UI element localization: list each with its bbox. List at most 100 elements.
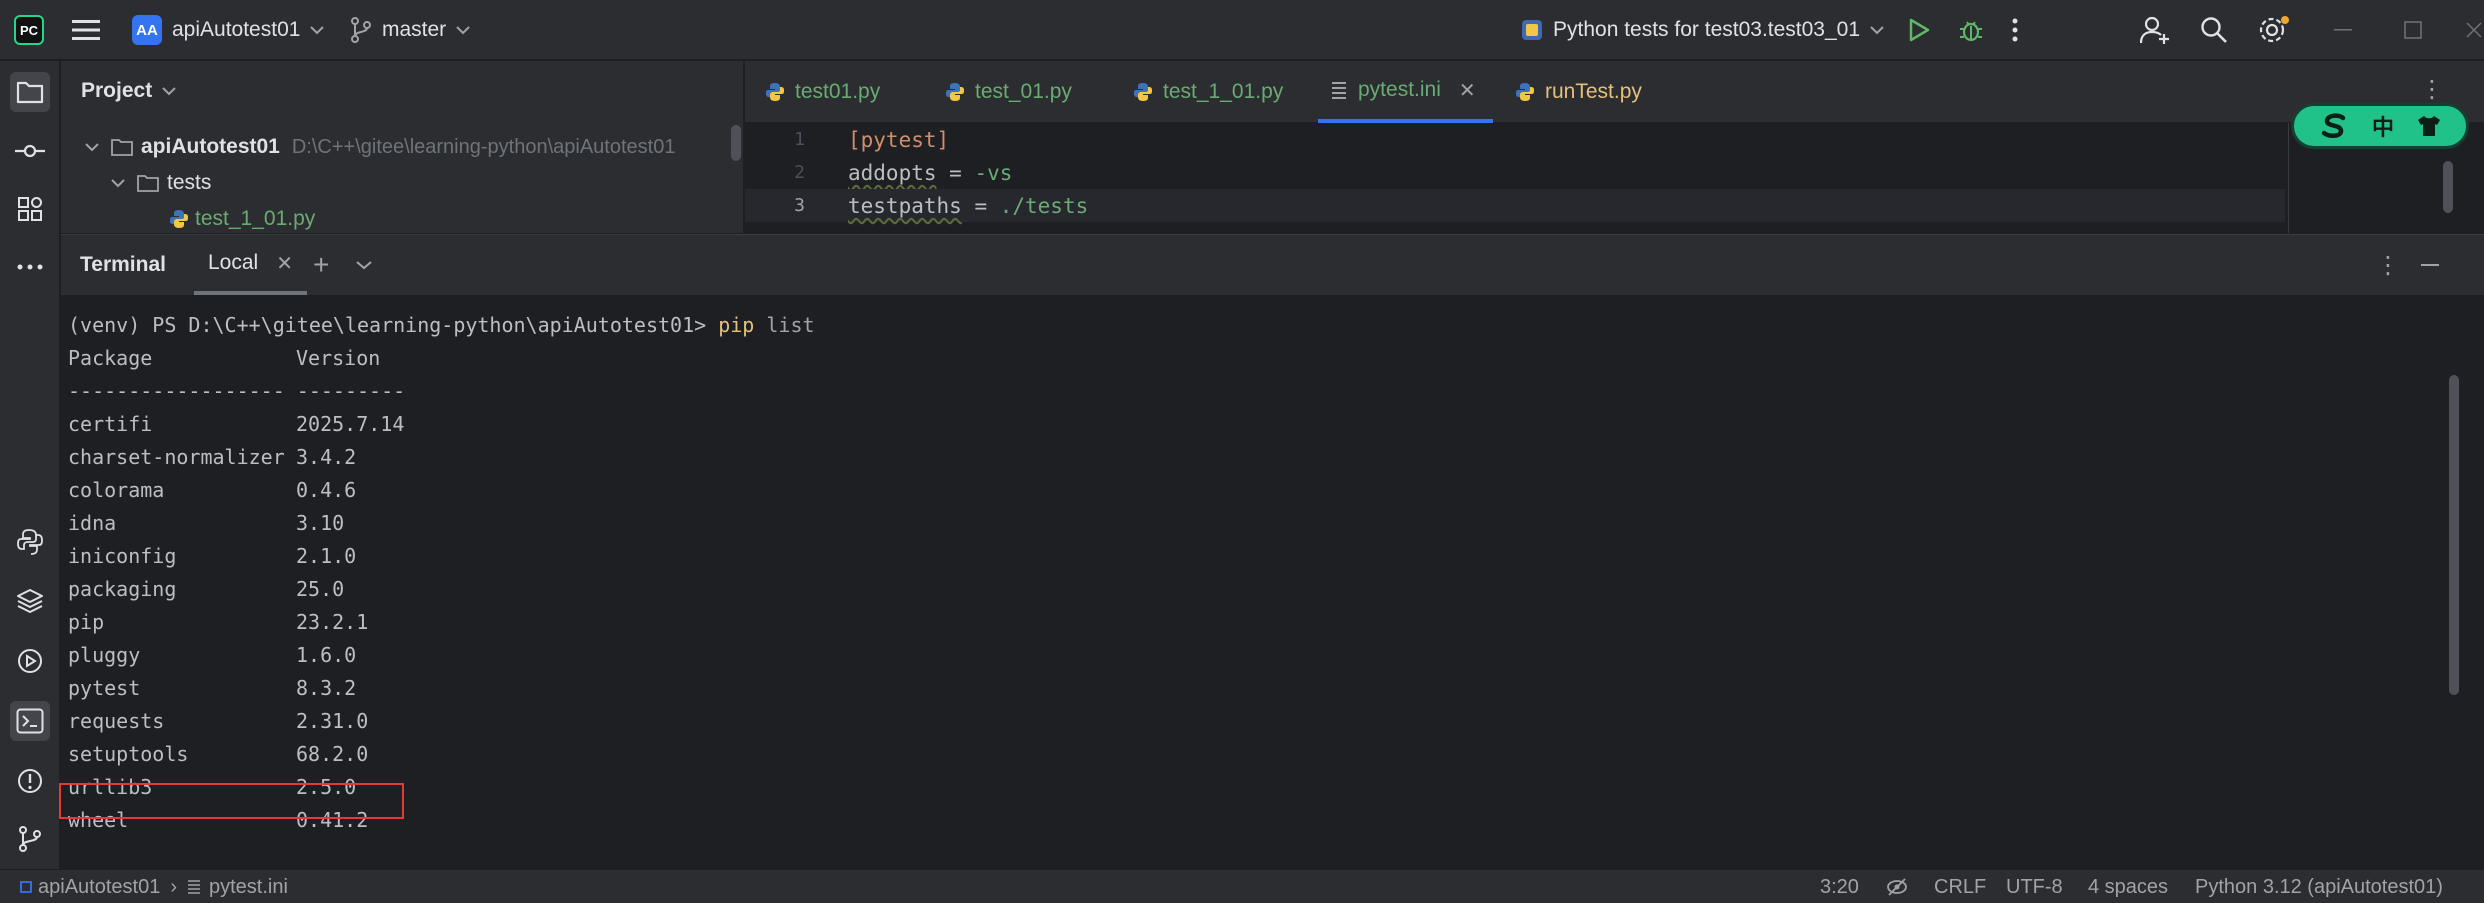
breadcrumb-file[interactable]: pytest.ini bbox=[209, 876, 288, 899]
breadcrumb-project[interactable]: apiAutotest01 bbox=[38, 876, 160, 899]
commit-icon[interactable] bbox=[10, 131, 50, 171]
project-panel: Project apiAutotest01 D:\C++\gitee\learn… bbox=[61, 61, 744, 233]
code-area[interactable]: 1 [pytest] 2 addopts = -vs 3 testpaths =… bbox=[745, 123, 2484, 233]
table-separator: ------------------ --------- bbox=[68, 379, 406, 403]
tab-pytest-ini[interactable]: pytest.ini ✕ bbox=[1318, 61, 1493, 123]
add-user-icon[interactable] bbox=[2140, 0, 2170, 60]
line-number: 2 bbox=[794, 162, 805, 183]
table-row: setuptools 68.2.0 bbox=[68, 738, 368, 771]
git-icon[interactable] bbox=[10, 819, 50, 859]
terminal-command: pip bbox=[718, 313, 755, 337]
package-name: requests bbox=[68, 709, 165, 733]
project-switcher[interactable]: apiAutotest01 bbox=[172, 0, 325, 60]
run-configuration-label: Python tests for test03.test03_01 bbox=[1553, 18, 1861, 41]
terminal-icon[interactable] bbox=[10, 701, 50, 741]
line-ending[interactable]: CRLF bbox=[1934, 870, 1986, 903]
package-name: certifi bbox=[68, 412, 153, 436]
tab-label: test_1_01.py bbox=[1163, 80, 1284, 103]
readonly-toggle-icon[interactable] bbox=[1886, 870, 1908, 903]
editor-area: test01.py test_01.py test_1_01.py pytest… bbox=[745, 61, 2484, 233]
close-icon[interactable]: ✕ bbox=[1459, 78, 1476, 103]
tree-item-root[interactable]: apiAutotest01 D:\C++\gitee\learning-pyth… bbox=[85, 129, 675, 165]
tab-runtest[interactable]: runTest.py bbox=[1515, 61, 1642, 123]
search-icon[interactable] bbox=[2200, 0, 2228, 60]
more-tools-icon[interactable] bbox=[10, 247, 50, 287]
caret-position[interactable]: 3:20 bbox=[1820, 870, 1859, 903]
header-package: Package bbox=[68, 346, 153, 370]
module-icon bbox=[20, 881, 32, 893]
ini-value: -vs bbox=[974, 160, 1013, 185]
indent-setting[interactable]: 4 spaces bbox=[2088, 870, 2168, 903]
chevron-down-icon[interactable] bbox=[85, 142, 99, 152]
package-name: colorama bbox=[68, 478, 165, 502]
line-number: 1 bbox=[794, 129, 805, 150]
ime-logo-icon[interactable] bbox=[2319, 113, 2349, 139]
editor-scrollbar[interactable] bbox=[2443, 161, 2453, 213]
left-tool-strip bbox=[0, 61, 60, 869]
tabs-more-icon[interactable]: ⋮ bbox=[2420, 75, 2444, 104]
file-encoding[interactable]: UTF-8 bbox=[2006, 870, 2063, 903]
tree-item-file[interactable]: test_1_01.py bbox=[169, 201, 315, 237]
terminal-header: Terminal Local ✕ + ⋮ bbox=[61, 235, 2484, 295]
requests-highlight-box bbox=[59, 783, 404, 819]
chevron-down-icon[interactable] bbox=[356, 235, 372, 295]
pycharm-logo-icon[interactable]: PC bbox=[14, 15, 44, 45]
tab-test_1_01[interactable]: test_1_01.py bbox=[1133, 61, 1283, 123]
problems-icon[interactable] bbox=[10, 761, 50, 801]
package-version: 8.3.2 bbox=[296, 676, 357, 700]
new-terminal-plus-icon[interactable]: + bbox=[313, 235, 329, 295]
window-maximize-icon[interactable] bbox=[2404, 0, 2422, 60]
branch-switcher[interactable]: master bbox=[382, 0, 470, 60]
terminal-tab-local[interactable]: Local ✕ bbox=[194, 235, 307, 295]
package-version: 2.1.0 bbox=[296, 544, 357, 568]
structure-icon[interactable] bbox=[10, 189, 50, 229]
hide-panel-minus-icon[interactable] bbox=[2421, 235, 2439, 295]
more-actions-icon[interactable] bbox=[2012, 0, 2018, 60]
tree-item-tests[interactable]: tests bbox=[111, 165, 211, 201]
ime-toolbar[interactable]: 中 bbox=[2291, 103, 2469, 149]
table-row: pluggy 1.6.0 bbox=[68, 639, 356, 672]
project-scrollbar[interactable] bbox=[731, 125, 741, 161]
project-badge[interactable]: AA bbox=[132, 15, 162, 45]
package-name: setuptools bbox=[68, 742, 189, 766]
tab-test01[interactable]: test01.py bbox=[765, 61, 880, 123]
package-version: 3.4.2 bbox=[296, 445, 357, 469]
terminal-more-icon[interactable]: ⋮ bbox=[2376, 235, 2400, 295]
window-minimize-icon[interactable] bbox=[2334, 0, 2352, 60]
settings-gear-icon[interactable] bbox=[2258, 0, 2290, 60]
python-console-icon[interactable] bbox=[10, 522, 50, 562]
ime-language-toggle[interactable]: 中 bbox=[2372, 110, 2394, 142]
chevron-down-icon bbox=[1870, 25, 1884, 35]
tests-folder-name: tests bbox=[167, 171, 212, 194]
project-folder-icon[interactable] bbox=[10, 72, 50, 112]
run-configuration-selector[interactable]: Python tests for test03.test03_01 bbox=[1553, 0, 1884, 60]
ime-skin-shirt-icon[interactable] bbox=[2417, 115, 2441, 137]
tab-test_01[interactable]: test_01.py bbox=[945, 61, 1072, 123]
python-interpreter[interactable]: Python 3.12 (apiAutotest01) bbox=[2195, 870, 2443, 903]
terminal-title: Terminal bbox=[80, 253, 166, 276]
debug-icon[interactable] bbox=[1958, 0, 1984, 60]
table-row: pip 23.2.1 bbox=[68, 606, 368, 639]
main-menu-icon[interactable] bbox=[72, 0, 100, 60]
table-row: packaging 25.0 bbox=[68, 573, 344, 606]
terminal-output[interactable]: (venv) PS D:\C++\gitee\learning-python\a… bbox=[59, 295, 2484, 870]
package-name: iniconfig bbox=[68, 544, 177, 568]
python-packages-icon[interactable] bbox=[10, 581, 50, 621]
ini-file-icon bbox=[1330, 80, 1348, 100]
project-panel-header[interactable]: Project bbox=[81, 79, 176, 103]
close-icon[interactable]: ✕ bbox=[276, 251, 293, 276]
project-panel-title: Project bbox=[81, 79, 153, 102]
ini-equals: = bbox=[961, 193, 1000, 218]
ini-value: ./tests bbox=[999, 193, 1089, 218]
terminal-tab-label: Local bbox=[208, 251, 259, 274]
table-row: colorama 0.4.6 bbox=[68, 474, 356, 507]
window-close-icon[interactable] bbox=[2466, 0, 2482, 60]
run-icon[interactable] bbox=[1908, 0, 1930, 60]
services-run-icon[interactable] bbox=[10, 641, 50, 681]
ini-key: addopts bbox=[848, 160, 937, 185]
chevron-down-icon[interactable] bbox=[111, 178, 125, 188]
package-name: idna bbox=[68, 511, 117, 535]
tab-label: pytest.ini bbox=[1358, 78, 1441, 101]
terminal-scrollbar[interactable] bbox=[2449, 375, 2459, 695]
title-bar: PC AA apiAutotest01 master Python tests … bbox=[0, 0, 2484, 60]
